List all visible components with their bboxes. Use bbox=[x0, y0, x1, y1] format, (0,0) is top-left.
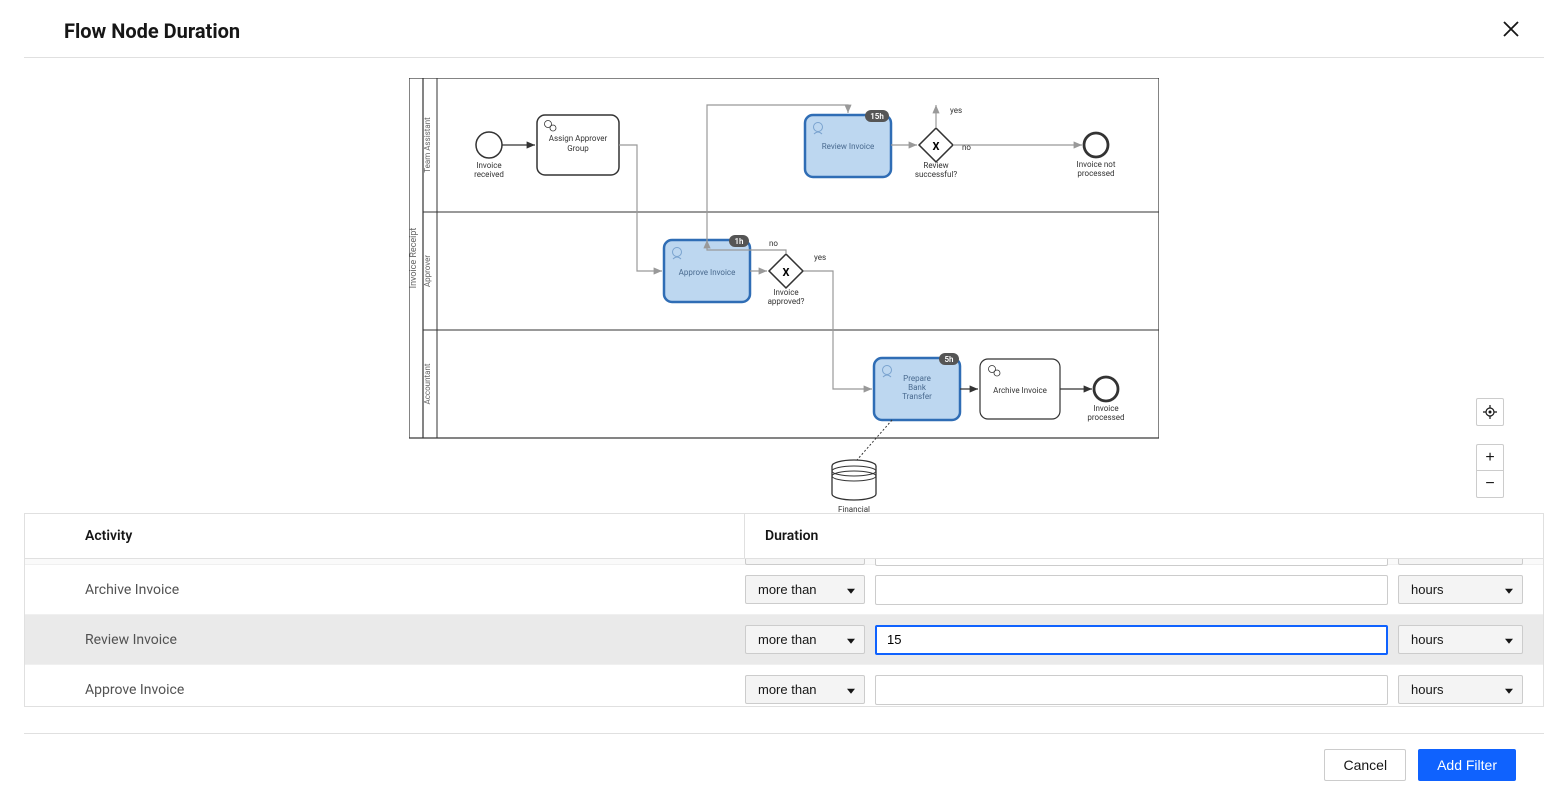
end-processed[interactable] bbox=[1094, 377, 1118, 401]
table-row: Approve Invoice more than hours bbox=[25, 665, 1543, 707]
task-approve-invoice-label: Approve Invoice bbox=[679, 268, 736, 277]
prepare-badge: 5h bbox=[944, 355, 954, 364]
operator-select[interactable]: more than bbox=[745, 675, 865, 704]
operator-select[interactable]: more than bbox=[745, 575, 865, 604]
lane-accountant: Accountant bbox=[423, 363, 432, 404]
minus-icon: − bbox=[1485, 475, 1494, 493]
table-row: Review Invoice more than hours bbox=[25, 615, 1543, 665]
unit-select[interactable]: hours bbox=[1398, 675, 1523, 704]
start-event[interactable] bbox=[476, 132, 502, 158]
add-filter-button[interactable]: Add Filter bbox=[1418, 749, 1516, 781]
activity-name: Approve Invoice bbox=[25, 682, 745, 698]
lane-team-assistant: Team Assistant bbox=[423, 117, 432, 173]
zoom-fit-button[interactable] bbox=[1477, 399, 1503, 425]
activity-name: Archive Invoice bbox=[25, 582, 745, 598]
crosshair-icon bbox=[1483, 405, 1497, 419]
data-store-label: Financial bbox=[838, 505, 870, 514]
duration-value-input[interactable] bbox=[875, 675, 1388, 705]
close-icon bbox=[1502, 20, 1520, 38]
lane-approver: Approver bbox=[423, 255, 432, 287]
gateway-review-no: no bbox=[962, 143, 971, 152]
task-review-invoice-label: Review Invoice bbox=[822, 142, 875, 151]
cancel-button[interactable]: Cancel bbox=[1324, 749, 1406, 781]
column-header-duration: Duration bbox=[745, 514, 1543, 558]
review-badge: 15h bbox=[870, 112, 884, 121]
operator-select[interactable]: more than bbox=[745, 559, 865, 565]
zoom-in-button[interactable]: + bbox=[1477, 445, 1503, 471]
activity-name: Review Invoice bbox=[25, 632, 745, 648]
duration-value-input[interactable] bbox=[875, 559, 1388, 566]
table-row: Archive Invoice more than hours bbox=[25, 565, 1543, 615]
gateway-approved-yes: yes bbox=[814, 253, 826, 262]
data-store[interactable] bbox=[832, 460, 876, 500]
activity-rows[interactable]: Invoice processed more than hours Archiv… bbox=[24, 559, 1544, 707]
pool-label: Invoice Receipt bbox=[409, 228, 419, 289]
operator-select[interactable]: more than bbox=[745, 625, 865, 654]
gateway-approved-no: no bbox=[769, 239, 778, 248]
duration-value-input[interactable] bbox=[875, 575, 1388, 605]
unit-select[interactable]: hours bbox=[1398, 625, 1523, 654]
gateway-review-yes: yes bbox=[950, 106, 962, 115]
svg-text:X: X bbox=[783, 266, 790, 279]
end-not-processed[interactable] bbox=[1084, 133, 1108, 157]
task-archive-invoice-label: Archive Invoice bbox=[993, 386, 1047, 395]
plus-icon: + bbox=[1485, 449, 1494, 467]
zoom-out-button[interactable]: − bbox=[1477, 471, 1503, 497]
column-header-activity: Activity bbox=[25, 514, 745, 558]
unit-select[interactable]: hours bbox=[1398, 575, 1523, 604]
approve-badge: 1h bbox=[734, 237, 744, 246]
end-not-processed-label: Invoice notprocessed bbox=[1077, 160, 1116, 178]
close-button[interactable] bbox=[1498, 16, 1524, 45]
bpmn-diagram[interactable]: Invoice Receipt Team Assistant Approver … bbox=[24, 58, 1544, 513]
duration-value-input[interactable] bbox=[875, 625, 1388, 655]
unit-select[interactable]: hours bbox=[1398, 559, 1523, 565]
svg-text:X: X bbox=[933, 140, 940, 153]
start-event-label: Invoicereceived bbox=[474, 161, 504, 179]
page-title: Flow Node Duration bbox=[64, 19, 240, 43]
